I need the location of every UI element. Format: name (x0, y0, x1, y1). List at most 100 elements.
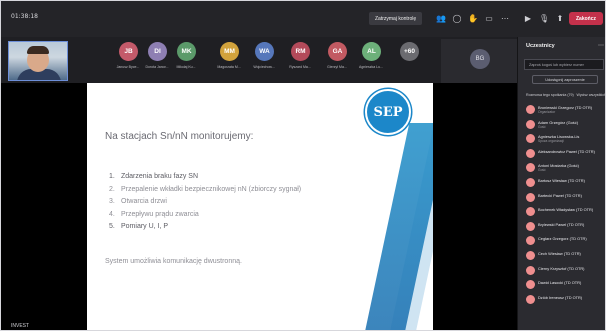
participant-avatar-icon (526, 221, 535, 231)
slide-list-item: 3. Otwarcia drzwi (109, 198, 301, 211)
participant-avatar-icon (526, 119, 535, 129)
participant-name: Wojciechow... (253, 65, 275, 69)
slide-title: Na stacjach Sn/nN monitorujemy: (105, 131, 254, 142)
participant-avatar-icon (526, 294, 535, 304)
slide-list-item: 2. Przepalenie wkładki bezpiecznikowej nN… (109, 186, 301, 199)
participant-row[interactable]: Aleksandrowicz Paweł (TD OTR) (522, 147, 605, 162)
participant-list: Broniewski Grzegorz (TD OTR) Organizator A… (522, 103, 605, 308)
bottom-left-caption: INVEST (11, 323, 30, 329)
participant-row[interactable]: Brylewski Paweł (TD OTR) (522, 220, 605, 235)
sep-logo: SEP (365, 89, 411, 135)
participant-row[interactable]: Bochenek Władysław (TD OTR) (522, 205, 605, 220)
more-actions-icon[interactable]: ⋯ (500, 14, 510, 23)
participant-name: Bochenek Władysław (TD OTR) (538, 207, 594, 213)
rooms-icon[interactable]: ▭ (484, 14, 494, 23)
participant-row[interactable]: Bartecki Paweł (TD OTR) (522, 191, 605, 206)
slide-item-text: Przepalenie wkładki bezpiecznikowej nN (… (121, 185, 302, 193)
participant-avatar-icon (526, 250, 535, 260)
participant-row[interactable]: Antoni Mostarka (Gość) Gość (522, 161, 605, 176)
end-call-button[interactable]: Zakończ (569, 12, 603, 25)
mute-all-link[interactable]: Wycisz wszystkich (576, 93, 605, 97)
chat-icon[interactable]: ◯ (452, 14, 462, 23)
participant-role: Gość (538, 124, 546, 129)
slide-list-item: 4. Przepływu prądu zwarcia (109, 211, 301, 224)
share-invite-button[interactable]: Udostępnij zaproszenie (532, 75, 598, 84)
participant-row[interactable]: Cegłarz Grzegorz (TD OTR) (522, 234, 605, 249)
slide-item-text: Przepływu prądu zwarcia (121, 210, 199, 218)
more-options-icon[interactable]: ⋯ (598, 42, 604, 49)
slide-item-number: 1. (109, 173, 115, 180)
person-hair (27, 46, 49, 54)
participant-avatar-icon (526, 265, 535, 275)
self-video-tile[interactable] (8, 41, 68, 81)
participant-avatar-icon (526, 134, 535, 144)
participant-avatar-icon (526, 236, 535, 246)
camera-icon[interactable]: ▶ (523, 14, 533, 23)
participant-row[interactable]: Dziób Ireneusz (TD OTR) (522, 293, 605, 308)
participant-avatar[interactable]: RM (291, 42, 310, 61)
stop-control-button[interactable]: Zatrzymaj kontrolę (369, 12, 423, 25)
participant-row[interactable]: Broniewski Grzegorz (TD OTR) Organizator (522, 103, 605, 118)
participant-row[interactable]: Agnieszka Lisowska-Lis Spoza organizacji (522, 132, 605, 147)
meeting-toolbar: 01:38:18 Zatrzymaj kontrolę 👥 ◯ ✋ ▭ ⋯ ▶ … (1, 1, 605, 37)
section-title: Rozmowa tego spotkania (79) (526, 93, 574, 97)
participants-icon[interactable]: 👥 (436, 14, 446, 23)
participant-avatar[interactable]: +60 (400, 42, 419, 61)
participants-panel: Uczestnicy ⋯ Zaproś kogoś lub wybierz nu… (517, 37, 605, 330)
slide-item-number: 5. (109, 223, 115, 231)
participant-name: Gierzył Ma... (327, 65, 347, 69)
participant-name: Cegłarz Grzegorz (TD OTR) (538, 236, 587, 242)
participant-name: Dawid Lasocki (TD OTR) (538, 280, 582, 286)
slide-decoration-blue (364, 123, 433, 330)
participant-name: Mikołaj Ku... (176, 65, 196, 69)
participant-name: Agnieszka Lu... (359, 65, 383, 69)
slide-item-text: Pomiary U, I, P (121, 223, 169, 231)
participant-name: Dziób Ireneusz (TD OTR) (538, 294, 583, 300)
share-invite-label: Udostępnij zaproszenie (545, 77, 585, 82)
participant-row[interactable]: Cierny Krzysztof (TD OTR) (522, 264, 605, 279)
slide-item-number: 2. (109, 185, 115, 193)
slide-list-item: 5. Pomiary U, I, P (109, 223, 301, 236)
microphone-icon[interactable]: 🎙 (539, 14, 549, 23)
section-header: Rozmowa tego spotkania (79) Wycisz wszys… (526, 93, 605, 97)
participant-name: Brylewski Paweł (TD OTR) (538, 221, 585, 227)
meeting-timer: 01:38:18 (11, 13, 38, 20)
raise-hand-icon[interactable]: ✋ (468, 14, 478, 23)
share-screen-icon[interactable]: ⬆ (555, 14, 565, 23)
participant-row[interactable]: Bartosz Wiesław (TD OTR) (522, 176, 605, 191)
participant-row[interactable]: Cech Wiesław (TD OTR) (522, 249, 605, 264)
participant-avatar[interactable]: WA (255, 42, 274, 61)
participant-avatar[interactable]: MM (220, 42, 239, 61)
participant-avatar[interactable]: AL (362, 42, 381, 61)
participant-name: Cech Wiesław (TD OTR) (538, 250, 581, 256)
participant-role: Gość (538, 168, 546, 173)
end-call-label: Zakończ (575, 15, 596, 22)
slide-item-number: 3. (109, 198, 115, 206)
participant-name: Bartecki Paweł (TD OTR) (538, 192, 582, 198)
participant-avatar[interactable]: MK (177, 42, 196, 61)
participant-role: Spoza organizacji (538, 139, 565, 144)
participant-avatar-icon (526, 280, 535, 290)
slide-list-item: 1. Zdarzenia braku fazy SN (109, 173, 301, 186)
slide-list: 1. Zdarzenia braku fazy SN 2. Przepalenie w… (109, 173, 301, 236)
participant-row[interactable]: Dawid Lasocki (TD OTR) (522, 278, 605, 293)
slide-item-number: 4. (109, 210, 115, 218)
participant-avatar[interactable]: JB (119, 42, 138, 61)
participant-role: Organizator (538, 110, 556, 114)
panel-title: Uczestnicy (526, 43, 555, 49)
participant-avatar-icon (526, 105, 535, 114)
participant-avatar-icon (526, 192, 535, 202)
participant-name: Ryszard Ma... (289, 65, 311, 69)
participant-name: Magorzata M... (217, 65, 241, 69)
invite-input[interactable]: Zaproś kogoś lub wybierz numer (524, 59, 604, 70)
bg-avatar: BG (470, 49, 490, 69)
participant-avatar-icon (526, 207, 535, 217)
participant-avatar-icon (526, 177, 535, 187)
participant-avatar[interactable]: GA (328, 42, 347, 61)
slide-item-text: Zdarzenia braku fazy SN (121, 173, 199, 180)
participant-row[interactable]: Adam Grzegórz (Gość) Gość (522, 118, 605, 133)
participant-name: Bartosz Wiesław (TD OTR) (538, 177, 585, 183)
participant-name: Aleksandrowicz Paweł (TD OTR) (538, 148, 595, 154)
participant-avatar-icon (526, 163, 535, 173)
participant-avatar[interactable]: DI (148, 42, 167, 61)
